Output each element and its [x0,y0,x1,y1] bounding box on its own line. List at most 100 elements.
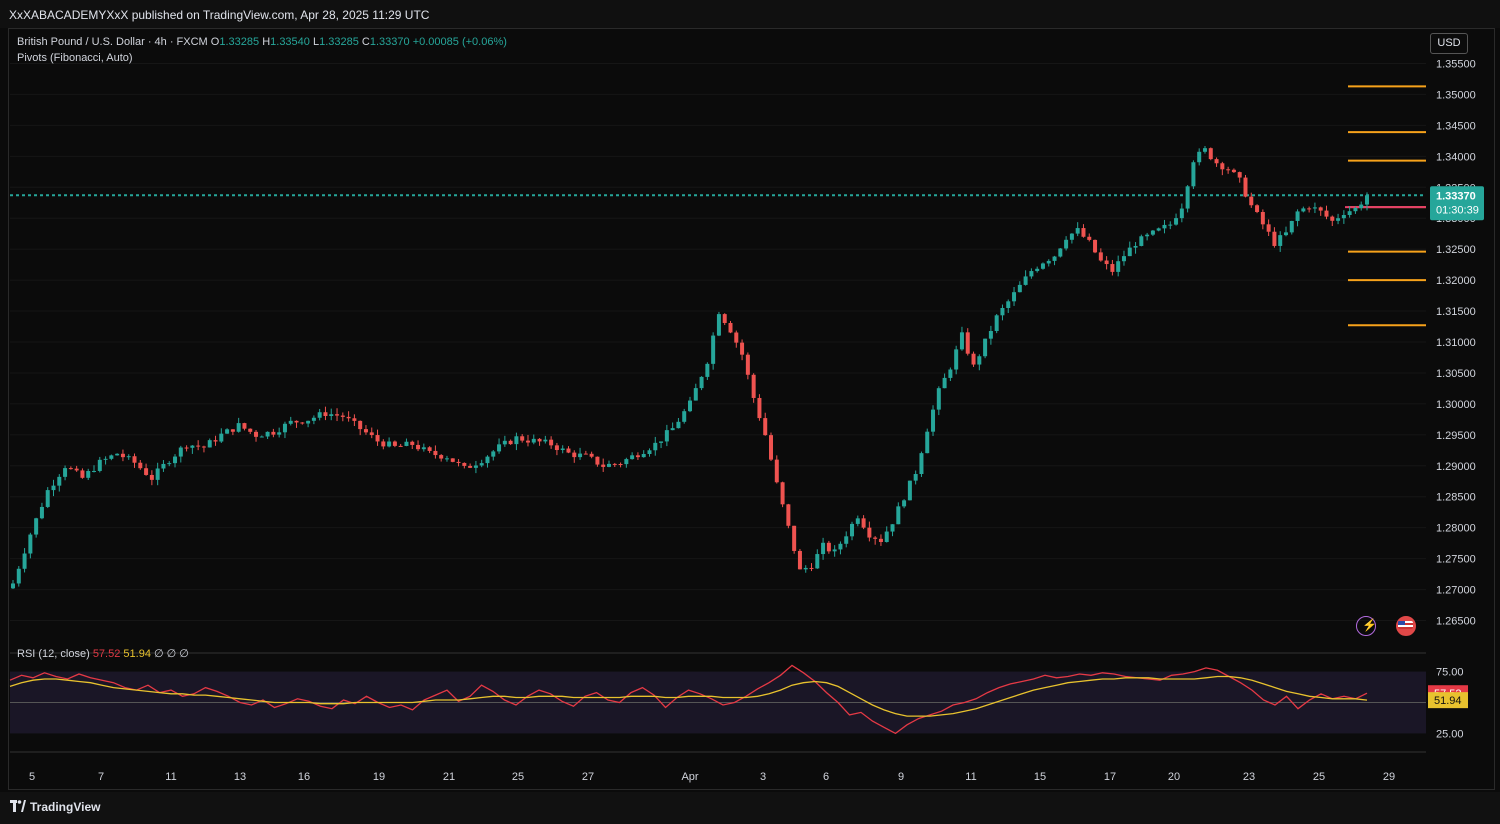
ohlc-row: British Pound / U.S. Dollar · 4h · FXCM … [17,34,507,50]
time-axis[interactable]: 5 7 11 13 16 19 21 25 27 Apr 3 6 9 11 15 17 20 23 25 29 [29,771,1395,783]
candle-body [520,436,525,441]
candle-body [277,432,282,435]
time-tick-label: 11 [965,771,976,783]
candle-body [138,462,143,469]
candle-body [763,418,768,436]
candle-body [1023,276,1028,285]
candle-body [659,441,664,443]
candle-body [1064,239,1069,249]
rsi-legend: RSI (12, close) 57.52 51.94 ∅ ∅ ∅ [17,647,189,660]
candle-body [363,429,368,433]
candle-body [925,431,930,454]
price-tick-label: 1.28500 [1436,492,1476,504]
candle-body [1035,268,1040,272]
candle-body [335,414,340,416]
bolt-icon[interactable]: ⚡ [1356,616,1377,636]
candle-body [74,468,79,471]
candle-body [728,322,733,333]
candle-body [635,455,640,458]
candle-body [676,421,681,429]
candle-body [196,445,201,447]
candle-body [942,377,947,389]
countdown-label: 01:30:39 [1436,204,1479,216]
candle-body [433,450,438,456]
candle-body [161,463,166,469]
time-tick-label: 3 [760,771,766,783]
candle-body [670,428,675,431]
current-price-label: 1.33370 [1436,190,1476,202]
symbol-legend: British Pound / U.S. Dollar · 4h · FXCM … [17,34,507,66]
candle-body [352,418,357,421]
pivot-lines [1345,85,1426,327]
candle-body [664,430,669,442]
candle-body [39,506,44,519]
candle-body [1017,284,1022,293]
candle-body [647,450,652,455]
candle-body [948,369,953,378]
price-tick-label: 1.34500 [1436,120,1476,132]
candle-body [1202,148,1207,152]
candle-body [1069,233,1074,240]
candle-body [1237,172,1242,178]
candle-body [1075,228,1080,234]
candle-body [1093,239,1098,253]
candle-body [155,468,160,480]
candle-body [427,447,432,451]
us-flag-icon[interactable] [1396,616,1416,636]
change-value: +0.00085 (+0.06%) [412,36,507,48]
candle-body [595,456,600,465]
candle-body [51,485,56,491]
candle-body [259,436,264,438]
tradingview-brand[interactable]: TradingView [10,800,100,814]
candle-body [873,537,878,539]
price-tick-label: 1.26500 [1436,616,1476,628]
candle-body [792,525,797,551]
candle-body [988,330,993,339]
indicator-name[interactable]: Pivots (Fibonacci, Auto) [17,50,507,66]
candle-body [757,397,762,419]
candle-body [890,524,895,532]
candle-body [1006,301,1011,308]
candle-body [954,349,959,370]
candle-body [1156,228,1161,231]
candle-body [242,423,247,429]
candle-body [1365,195,1369,205]
candle-body [1029,271,1034,277]
currency-button[interactable]: USD [1430,33,1468,54]
candle-body [803,567,808,570]
price-chart[interactable]: 1.355001.350001.345001.340001.335001.330… [0,0,1500,824]
candle-body [867,527,872,538]
candle-body [311,417,316,421]
candle-body [1226,169,1231,171]
candle-body [705,363,710,377]
candle-body [346,416,351,419]
candle-body [740,342,745,355]
candle-body [786,504,791,526]
candle-body [884,531,889,542]
candle-body [612,463,617,465]
candle-body [201,446,206,448]
candle-body [1197,151,1202,163]
candle-body [1087,236,1092,240]
candle-body [994,315,999,331]
time-tick-label: 5 [29,771,35,783]
candle-body [693,388,698,401]
high-label: H [262,36,271,48]
symbol-name[interactable]: British Pound / U.S. Dollar · 4h · FXCM [17,36,208,48]
rsi-ma-value: 51.94 [123,648,151,660]
candle-body [913,474,918,481]
candle-body [97,459,102,471]
candle-body [1040,263,1045,269]
candle-body [653,442,658,451]
candle-body [485,456,490,464]
candle-body [80,470,85,478]
candle-body [271,431,276,435]
price-tick-label: 1.27000 [1436,585,1476,597]
candle-body [144,468,149,475]
candle-body [537,438,542,442]
candle-body [16,568,21,584]
rsi-name[interactable]: RSI (12, close) [17,648,90,660]
price-axis[interactable]: 1.355001.350001.345001.340001.335001.330… [1430,58,1484,628]
time-tick-label: Apr [681,771,698,783]
candle-body [225,429,230,434]
